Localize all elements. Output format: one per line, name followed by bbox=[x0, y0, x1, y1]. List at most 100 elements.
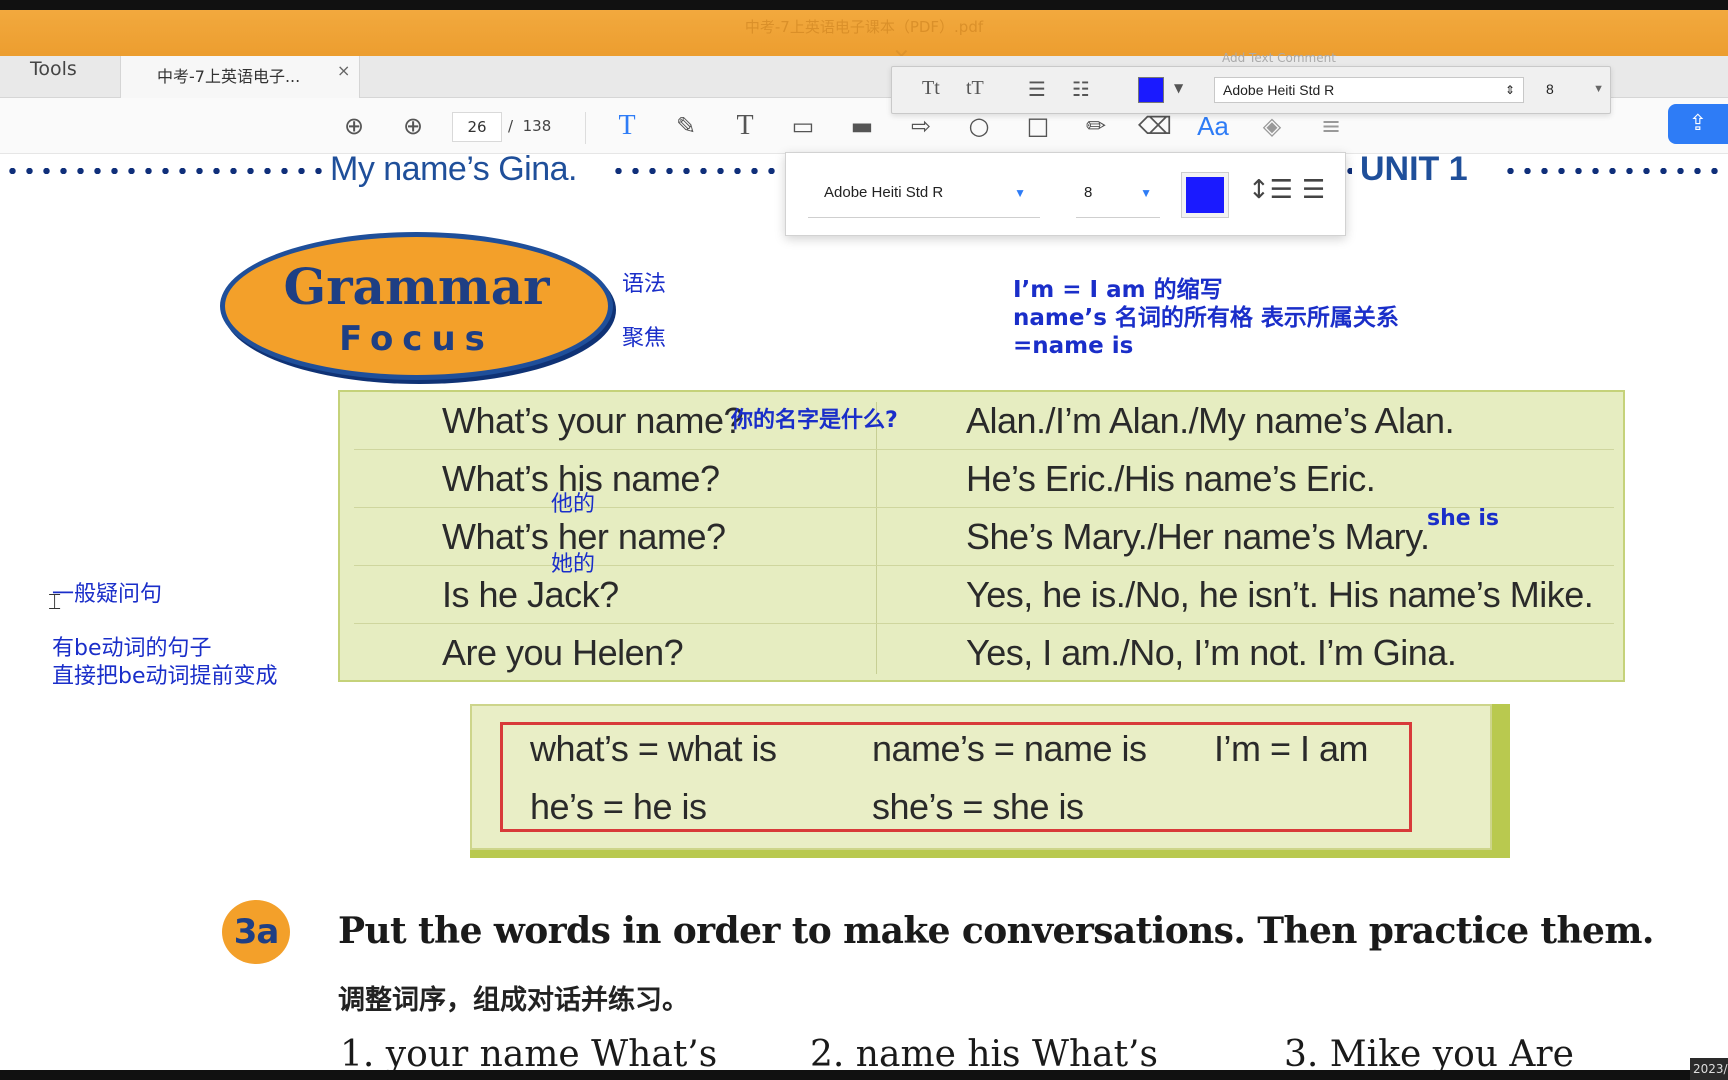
logo-focus: Focus bbox=[339, 319, 494, 359]
circle-icon[interactable]: ○ bbox=[962, 111, 996, 141]
annotation-focus: 聚焦 bbox=[622, 326, 667, 351]
decrease-font-icon[interactable]: Tt bbox=[922, 77, 940, 100]
pencil-icon[interactable]: ✏ bbox=[1079, 111, 1113, 141]
toolbar-divider bbox=[585, 112, 586, 144]
window-title: 中考-7上英语电子课本（PDF）.pdf bbox=[744, 18, 984, 36]
page-number-input[interactable]: 26 bbox=[452, 112, 502, 142]
list-spacing-icon[interactable]: ☰ bbox=[1302, 175, 1325, 205]
next-page-icon[interactable]: ⊕ bbox=[396, 111, 430, 141]
add-text-icon[interactable]: T bbox=[610, 111, 644, 141]
top-bezel bbox=[0, 0, 1728, 10]
line-spacing-icon[interactable]: ☰ bbox=[1028, 77, 1046, 101]
header-dots-left bbox=[4, 168, 322, 174]
textbox-icon[interactable]: ▭ bbox=[786, 111, 820, 141]
contractions-inner: what’s = what is name’s = name is I’m = … bbox=[470, 704, 1492, 850]
page-separator: / bbox=[508, 117, 514, 135]
contraction-hes: he’s = he is bbox=[530, 786, 707, 827]
logo-grammar: Grammar bbox=[283, 257, 550, 316]
question-cell: Is he Jack? bbox=[442, 574, 619, 615]
question-cell: What’s your name? bbox=[442, 400, 743, 441]
contractions-box: what’s = what is name’s = name is I’m = … bbox=[470, 704, 1510, 858]
highlight-pen-icon[interactable]: ✎ bbox=[669, 111, 703, 141]
font-size-value: 8 bbox=[1546, 81, 1554, 97]
answer-cell: She’s Mary./Her name’s Mary. bbox=[966, 516, 1430, 557]
more-icon[interactable]: ≡ bbox=[1314, 111, 1348, 141]
page-total-value: 138 bbox=[522, 117, 552, 135]
text-properties-icon[interactable]: Aa bbox=[1196, 111, 1230, 141]
tab-close-icon[interactable]: × bbox=[337, 61, 350, 80]
exercise-item: 3. Mike you Are bbox=[1284, 1034, 1574, 1075]
text-edit-icon[interactable]: T bbox=[728, 111, 762, 141]
tab-tools[interactable]: Tools bbox=[30, 58, 77, 80]
text-properties-popup: Adobe Heiti Std R ▼ 8 ▼ ↕☰ ☰ bbox=[785, 152, 1346, 236]
annotation-she-is: she is bbox=[1427, 506, 1499, 531]
increase-font-icon[interactable]: tT bbox=[966, 77, 984, 100]
line-spacing-icon[interactable]: ↕☰ bbox=[1248, 175, 1293, 205]
rectangle-icon[interactable]: □ bbox=[1021, 111, 1055, 141]
annotation-his: 他的 bbox=[551, 492, 596, 517]
font-family-value: Adobe Heiti Std R bbox=[1223, 82, 1335, 98]
table-row: What’s her name? She’s Mary./Her name’s … bbox=[354, 508, 1614, 566]
unit-title: My name’s Gina. bbox=[330, 150, 577, 188]
fill-icon[interactable]: ◈ bbox=[1255, 111, 1289, 141]
grammar-focus-logo: Grammar Focus bbox=[220, 232, 613, 380]
line-icon[interactable]: ▬ bbox=[845, 111, 879, 141]
grammar-table: What’s your name? Alan./I’m Alan./My nam… bbox=[338, 390, 1625, 682]
bottom-bezel bbox=[0, 1070, 1728, 1080]
table-row: What’s your name? Alan./I’m Alan./My nam… bbox=[354, 392, 1614, 450]
share-button[interactable]: ⇪ bbox=[1668, 104, 1728, 144]
contraction-shes: she’s = she is bbox=[872, 786, 1084, 827]
font-family-value: Adobe Heiti Std R bbox=[824, 184, 944, 201]
font-color-swatch[interactable] bbox=[1138, 77, 1164, 103]
table-row: What’s his name? He’s Eric./His name’s E… bbox=[354, 450, 1614, 508]
answer-cell: Yes, I am./No, I’m not. I’m Gina. bbox=[966, 632, 1457, 673]
font-size-value: 8 bbox=[1084, 184, 1093, 201]
color-picker-swatch[interactable] bbox=[1181, 172, 1229, 218]
panel-title: Add Text Comment bbox=[1222, 51, 1336, 65]
answer-cell: He’s Eric./His name’s Eric. bbox=[966, 458, 1376, 499]
chevron-down-icon: ▼ bbox=[1593, 83, 1604, 95]
question-cell: Are you Helen? bbox=[442, 632, 684, 673]
annotation-general-question: 一般疑问句 bbox=[52, 582, 163, 607]
annotation-her: 她的 bbox=[551, 552, 596, 577]
page-total: / 138 bbox=[508, 117, 551, 135]
unit-label: UNIT 1 bbox=[1360, 150, 1468, 188]
eraser-icon[interactable]: ⌫ bbox=[1138, 111, 1172, 141]
header-dots-right bbox=[1502, 168, 1724, 174]
exercise-badge: 3a bbox=[222, 900, 290, 964]
annotation-names-2: =name is bbox=[1013, 333, 1134, 359]
annotation-grammar: 语法 bbox=[622, 272, 667, 297]
chevron-down-icon: ▼ bbox=[1014, 186, 1026, 200]
exercise-item: 1. your name What’s bbox=[340, 1034, 718, 1075]
chevron-down-icon: ▼ bbox=[1140, 186, 1152, 200]
taskbar-clock: 2023/ bbox=[1690, 1058, 1728, 1080]
prev-page-icon[interactable]: ⊕ bbox=[337, 111, 371, 141]
share-icon: ⇪ bbox=[1688, 111, 1708, 136]
tab-document-label: 中考-7上英语电子... bbox=[157, 67, 301, 86]
table-row: Are you Helen? Yes, I am./No, I’m not. I… bbox=[354, 624, 1614, 682]
exercise-instruction: Put the words in order to make conversat… bbox=[338, 910, 1654, 952]
font-family-dropdown[interactable]: Adobe Heiti Std R ▼ bbox=[816, 181, 1030, 207]
answer-cell: Alan./I’m Alan./My name’s Alan. bbox=[966, 400, 1455, 441]
contraction-names: name’s = name is bbox=[872, 728, 1147, 769]
tab-document[interactable]: 中考-7上英语电子... × bbox=[120, 56, 360, 98]
arrow-icon[interactable]: ⇨ bbox=[904, 111, 938, 141]
paragraph-spacing-icon[interactable]: ☷ bbox=[1072, 77, 1090, 101]
font-family-select[interactable]: Adobe Heiti Std R ⇕ bbox=[1214, 77, 1524, 103]
header-dots-mid bbox=[610, 168, 790, 174]
exercise-item: 2. name his What’s bbox=[810, 1034, 1158, 1075]
text-comment-panel: Add Text Comment Tt tT ☰ ☷ ▼ Adobe Heiti… bbox=[891, 51, 1611, 114]
annotation-your-name: 你的名字是什么? bbox=[731, 408, 898, 433]
annotation-be-2: 直接把be动词提前变成 bbox=[52, 664, 278, 689]
font-size-dropdown[interactable]: 8 ▼ bbox=[1076, 181, 1156, 207]
table-row: Is he Jack? Yes, he is./No, he isn’t. Hi… bbox=[354, 566, 1614, 624]
annotation-im: I’m = I am 的缩写 bbox=[1013, 277, 1223, 303]
contraction-whats: what’s = what is bbox=[530, 728, 777, 769]
font-size-select[interactable]: 8 ▼ bbox=[1538, 77, 1610, 103]
answer-cell: Yes, he is./No, he isn’t. His name’s Mik… bbox=[966, 574, 1594, 615]
exercise-instruction-cn: 调整词序，组成对话并练习。 bbox=[338, 985, 689, 1016]
font-size-underline bbox=[1076, 217, 1160, 218]
annotation-names-1: name’s 名词的所有格 表示所属关系 bbox=[1013, 305, 1399, 331]
chevron-down-icon[interactable]: ▼ bbox=[1174, 81, 1183, 95]
screen: 中考-7上英语电子课本（PDF）.pdf ✕ Tools 中考-7上英语电子..… bbox=[0, 0, 1728, 1080]
